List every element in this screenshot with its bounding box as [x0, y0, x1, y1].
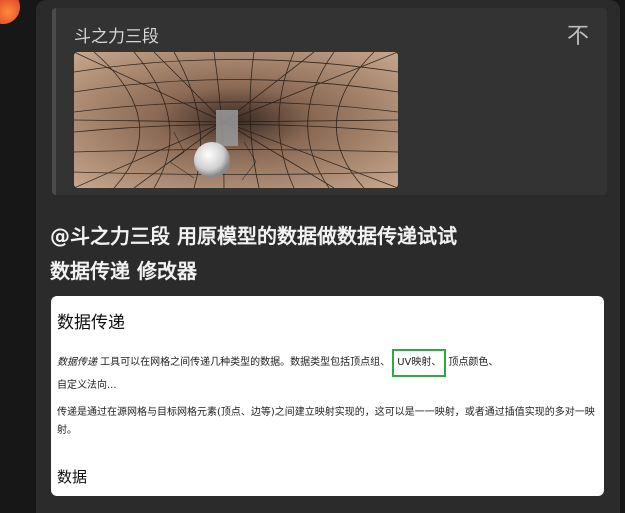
collapse-icon[interactable]: 不	[567, 18, 589, 50]
post-text-line-2: 数据传递 修改器	[50, 259, 197, 283]
avatar[interactable]	[0, 0, 20, 24]
quote-author-name: 斗之力三段	[74, 27, 159, 47]
documentation-screenshot[interactable]: 数据传递 数据传递 工具可以在网格之间传递几种类型的数据。数据类型包括顶点组、 U…	[51, 296, 604, 496]
doc-term-data-transfer: 数据传递	[57, 357, 97, 368]
mesh-render-image	[74, 52, 398, 188]
post-text-line-1: @斗之力三段 用原模型的数据做数据传递试试	[50, 224, 457, 248]
uv-map-highlight: UV映射、	[392, 349, 447, 377]
post-card: 斗之力三段 不 @斗之力三段 用原模型的数据做数据传递试试 数据传递 修改器 数…	[36, 0, 620, 513]
doc-text-segment: 顶点颜色、	[448, 357, 499, 368]
doc-paragraph-2: 传递是通过在源网格与目标网格元素(顶点、边等)之间建立映射实现的，这可以是一一映…	[57, 407, 595, 436]
doc-paragraph-1: 数据传递 工具可以在网格之间传递几种类型的数据。数据类型包括顶点组、 UV映射、顶…	[57, 349, 597, 395]
quoted-image[interactable]	[74, 52, 398, 188]
doc-text-segment: 自定义法向...	[57, 380, 117, 391]
doc-text-segment: 工具可以在网格之间传递几种类型的数据。数据类型包括顶点组、	[97, 357, 391, 368]
quoted-message[interactable]: 斗之力三段 不	[52, 8, 607, 195]
doc-title: 数据传递	[57, 313, 125, 333]
doc-subheading: 数据	[57, 468, 88, 486]
